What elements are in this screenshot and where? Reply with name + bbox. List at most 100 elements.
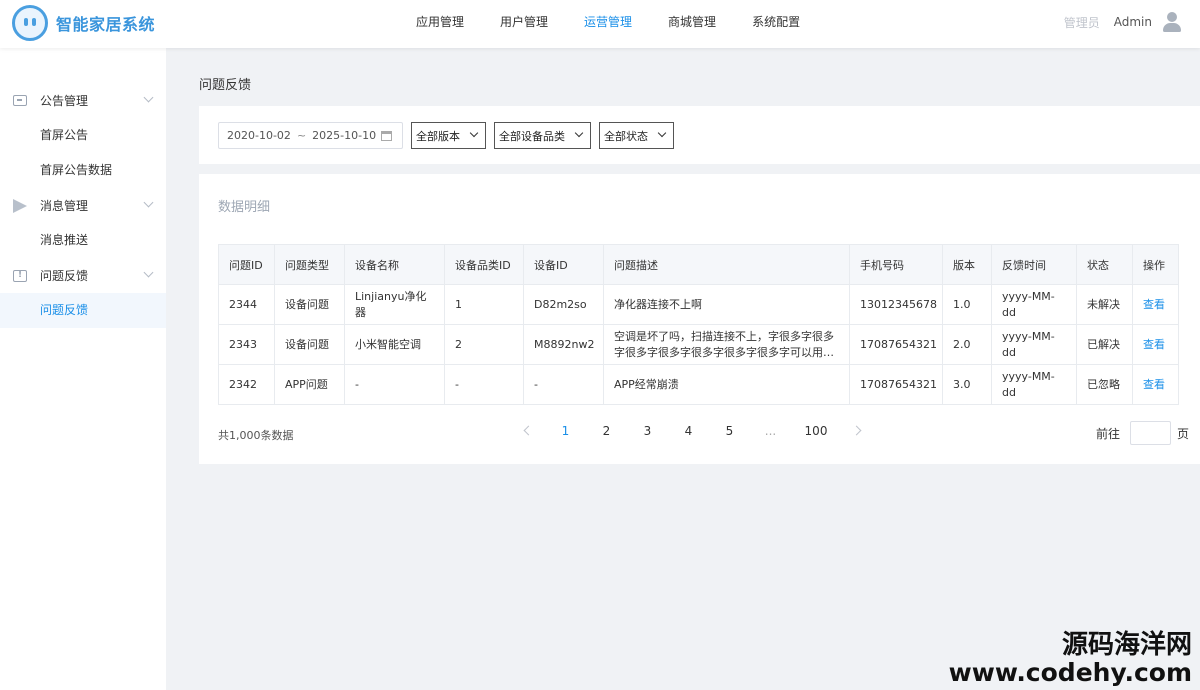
- chevron-down-icon: [143, 92, 154, 103]
- feedback-table: 问题ID 问题类型 设备名称 设备品类ID 设备ID 问题描述 手机号码 版本 …: [218, 244, 1179, 405]
- cell-description: 空调是坏了吗，扫描连接不上，字很多字很多字很多字很多字很多字很多字很多字可以用…: [603, 324, 850, 365]
- cell-device-id: -: [523, 364, 604, 405]
- page-number[interactable]: 100: [791, 424, 841, 438]
- page-jumper: 前往 页: [1096, 421, 1189, 445]
- sidebar-item-feedback[interactable]: 问题反馈: [0, 293, 166, 328]
- app-title: 智能家居系统: [56, 15, 156, 34]
- nav-system-config[interactable]: 系统配置: [734, 0, 818, 44]
- cell-type: APP问题: [274, 364, 345, 405]
- section-title: 数据明细: [218, 200, 271, 215]
- cell-id: 2342: [218, 364, 275, 405]
- cell-description: 净化器连接不上啊: [603, 284, 850, 325]
- username[interactable]: Admin: [1114, 15, 1152, 29]
- cell-category-id: 1: [444, 284, 524, 325]
- filter-panel: 2020-10-02 ~ 2025-10-10 全部版本 全部设备品类 全部状态: [199, 106, 1200, 164]
- cell-category-id: -: [444, 364, 524, 405]
- sidebar-item-message-push[interactable]: 消息推送: [0, 223, 166, 258]
- column-header: 问题描述: [603, 244, 850, 285]
- next-page-icon[interactable]: [841, 424, 877, 438]
- cell-version: 2.0: [942, 324, 992, 365]
- category-select[interactable]: 全部设备品类: [494, 122, 591, 149]
- top-header: 智能家居系统 应用管理 用户管理 运营管理 商城管理 系统配置 管理员 Admi…: [0, 0, 1200, 48]
- table-header-row: 问题ID 问题类型 设备名称 设备品类ID 设备ID 问题描述 手机号码 版本 …: [218, 244, 1179, 285]
- column-header: 设备名称: [344, 244, 445, 285]
- cell-action: 查看: [1132, 284, 1179, 325]
- version-select-value: 全部版本: [416, 129, 460, 143]
- user-avatar-icon[interactable]: [1162, 12, 1182, 32]
- goto-page-input[interactable]: [1129, 421, 1171, 445]
- feedback-icon: !: [12, 268, 28, 284]
- description-text: 空调是坏了吗，扫描连接不上，字很多字很多字很多字很多字很多字很多字很多字可以用…: [614, 329, 834, 359]
- column-header: 设备ID: [523, 244, 604, 285]
- sidebar-group-announcements[interactable]: 公告管理: [0, 83, 166, 118]
- page-number[interactable]: 5: [709, 424, 750, 438]
- date-separator: ~: [296, 129, 307, 142]
- page-number[interactable]: 4: [668, 424, 709, 438]
- table-row: 2344 设备问题 Linjianyu净化器 1 D82m2so 净化器连接不上…: [218, 284, 1179, 325]
- status-select-value: 全部状态: [604, 129, 648, 143]
- category-select-value: 全部设备品类: [499, 129, 565, 143]
- app-logo[interactable]: 智能家居系统: [12, 5, 155, 41]
- pagination: 1 2 3 4 5 ... 100: [509, 424, 877, 438]
- sidebar-group-messages[interactable]: 消息管理: [0, 188, 166, 223]
- cell-device: 小米智能空调: [344, 324, 445, 365]
- page-number[interactable]: 3: [627, 424, 668, 438]
- date-range-picker[interactable]: 2020-10-02 ~ 2025-10-10: [218, 122, 403, 149]
- status-select[interactable]: 全部状态: [599, 122, 674, 149]
- page-number[interactable]: 1: [545, 424, 586, 438]
- cell-type: 设备问题: [274, 284, 345, 325]
- watermark: 源码海洋网 www.codehy.com: [949, 632, 1192, 686]
- sidebar-group-label: 公告管理: [40, 94, 89, 108]
- table-row: 2343 设备问题 小米智能空调 2 M8892nw2 空调是坏了吗，扫描连接不…: [218, 324, 1179, 365]
- sidebar-item-home-announcement[interactable]: 首屏公告: [0, 118, 166, 153]
- nav-app-management[interactable]: 应用管理: [398, 0, 482, 44]
- view-link[interactable]: 查看: [1143, 338, 1165, 351]
- cell-phone: 17087654321: [849, 364, 943, 405]
- column-header: 问题ID: [218, 244, 275, 285]
- column-header: 设备品类ID: [444, 244, 524, 285]
- page-suffix: 页: [1176, 426, 1189, 441]
- page-title: 问题反馈: [199, 78, 252, 93]
- user-area: 管理员 Admin: [1064, 0, 1182, 44]
- top-navigation: 应用管理 用户管理 运营管理 商城管理 系统配置: [398, 0, 818, 44]
- sidebar-group-feedback[interactable]: ! 问题反馈: [0, 258, 166, 293]
- cell-device: Linjianyu净化器: [344, 284, 445, 325]
- announcement-icon: [12, 93, 28, 109]
- cell-action: 查看: [1132, 324, 1179, 365]
- cell-time: yyyy-MM-dd: [991, 364, 1077, 405]
- page-ellipsis[interactable]: ...: [750, 424, 791, 438]
- status-badge: 已忽略: [1076, 364, 1133, 405]
- robot-face-icon: [12, 5, 48, 41]
- cell-device-id: M8892nw2: [523, 324, 604, 365]
- cell-id: 2343: [218, 324, 275, 365]
- prev-page-icon[interactable]: [509, 424, 545, 438]
- cell-type: 设备问题: [274, 324, 345, 365]
- column-header: 手机号码: [849, 244, 943, 285]
- table-row: 2342 APP问题 - - - APP经常崩溃 17087654321 3.0…: [218, 364, 1179, 405]
- nav-mall-management[interactable]: 商城管理: [650, 0, 734, 44]
- description-text: APP经常崩溃: [614, 377, 679, 391]
- sidebar-group-label: 消息管理: [40, 199, 89, 213]
- cell-phone: 17087654321: [849, 324, 943, 365]
- status-badge: 已解决: [1076, 324, 1133, 365]
- view-link[interactable]: 查看: [1143, 378, 1165, 391]
- cell-category-id: 2: [444, 324, 524, 365]
- cell-version: 1.0: [942, 284, 992, 325]
- sidebar-item-home-announcement-data[interactable]: 首屏公告数据: [0, 153, 166, 188]
- sidebar: 公告管理 首屏公告 首屏公告数据 消息管理 消息推送 ! 问题反馈 问题反馈: [0, 48, 166, 690]
- calendar-icon: [381, 131, 392, 141]
- chevron-down-icon: [469, 128, 479, 138]
- column-header: 状态: [1076, 244, 1133, 285]
- view-link[interactable]: 查看: [1143, 298, 1165, 311]
- page-number[interactable]: 2: [586, 424, 627, 438]
- chevron-down-icon: [574, 128, 584, 138]
- nav-user-management[interactable]: 用户管理: [482, 0, 566, 44]
- cell-version: 3.0: [942, 364, 992, 405]
- nav-operations-management[interactable]: 运营管理: [566, 0, 650, 44]
- total-count: 共1,000条数据: [218, 429, 294, 442]
- column-header: 操作: [1132, 244, 1179, 285]
- column-header: 版本: [942, 244, 992, 285]
- column-header: 问题类型: [274, 244, 345, 285]
- version-select[interactable]: 全部版本: [411, 122, 486, 149]
